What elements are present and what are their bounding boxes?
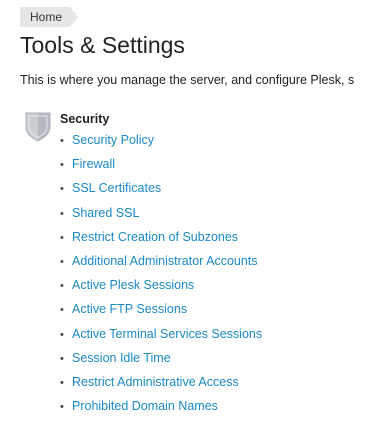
prohibited-domain-names-link[interactable]: Prohibited Domain Names [72,399,218,413]
list-item: • Security Policy [60,130,262,154]
list-item: • Prohibited Domain Names [60,396,262,420]
section-title: Security [60,112,110,126]
list-item: • Session Idle Time [60,348,262,372]
page-description: This is where you manage the server, and… [20,73,355,87]
security-links-list: • Security Policy • Firewall • SSL Certific… [60,130,262,420]
additional-admin-accounts-link[interactable]: Additional Administrator Accounts [72,254,258,268]
tools-settings-page: Home Tools & Settings This is where you … [0,0,376,438]
bullet-icon: • [60,376,64,389]
list-item: • Active Plesk Sessions [60,275,262,299]
security-policy-link[interactable]: Security Policy [72,133,154,147]
list-item: • Shared SSL [60,203,262,227]
restrict-admin-access-link[interactable]: Restrict Administrative Access [72,375,239,389]
list-item: • Active Terminal Services Sessions [60,324,262,348]
bullet-icon: • [60,231,64,244]
list-item: • Restrict Creation of Subzones [60,227,262,251]
list-item: • Active FTP Sessions [60,299,262,323]
active-ftp-sessions-link[interactable]: Active FTP Sessions [72,302,187,316]
ssl-certificates-link[interactable]: SSL Certificates [72,181,161,195]
firewall-link[interactable]: Firewall [72,157,115,171]
session-idle-time-link[interactable]: Session Idle Time [72,351,171,365]
bullet-icon: • [60,328,64,341]
restrict-subzones-link[interactable]: Restrict Creation of Subzones [72,230,238,244]
list-item: • Firewall [60,154,262,178]
bullet-icon: • [60,255,64,268]
active-terminal-sessions-link[interactable]: Active Terminal Services Sessions [72,327,262,341]
active-plesk-sessions-link[interactable]: Active Plesk Sessions [72,278,194,292]
bullet-icon: • [60,159,64,172]
bullet-icon: • [60,207,64,220]
bullet-icon: • [60,183,64,196]
shield-icon [24,110,52,142]
bullet-icon: • [60,280,64,293]
bullet-icon: • [60,135,64,147]
bullet-icon: • [60,401,64,414]
breadcrumb: Home [20,7,79,27]
bullet-icon: • [60,352,64,365]
shared-ssl-link[interactable]: Shared SSL [72,206,139,220]
bullet-icon: • [60,304,64,317]
breadcrumb-home-link[interactable]: Home [20,7,79,27]
list-item: • SSL Certificates [60,178,262,202]
list-item: • Additional Administrator Accounts [60,251,262,275]
list-item: • Restrict Administrative Access [60,372,262,396]
page-title: Tools & Settings [20,32,185,58]
